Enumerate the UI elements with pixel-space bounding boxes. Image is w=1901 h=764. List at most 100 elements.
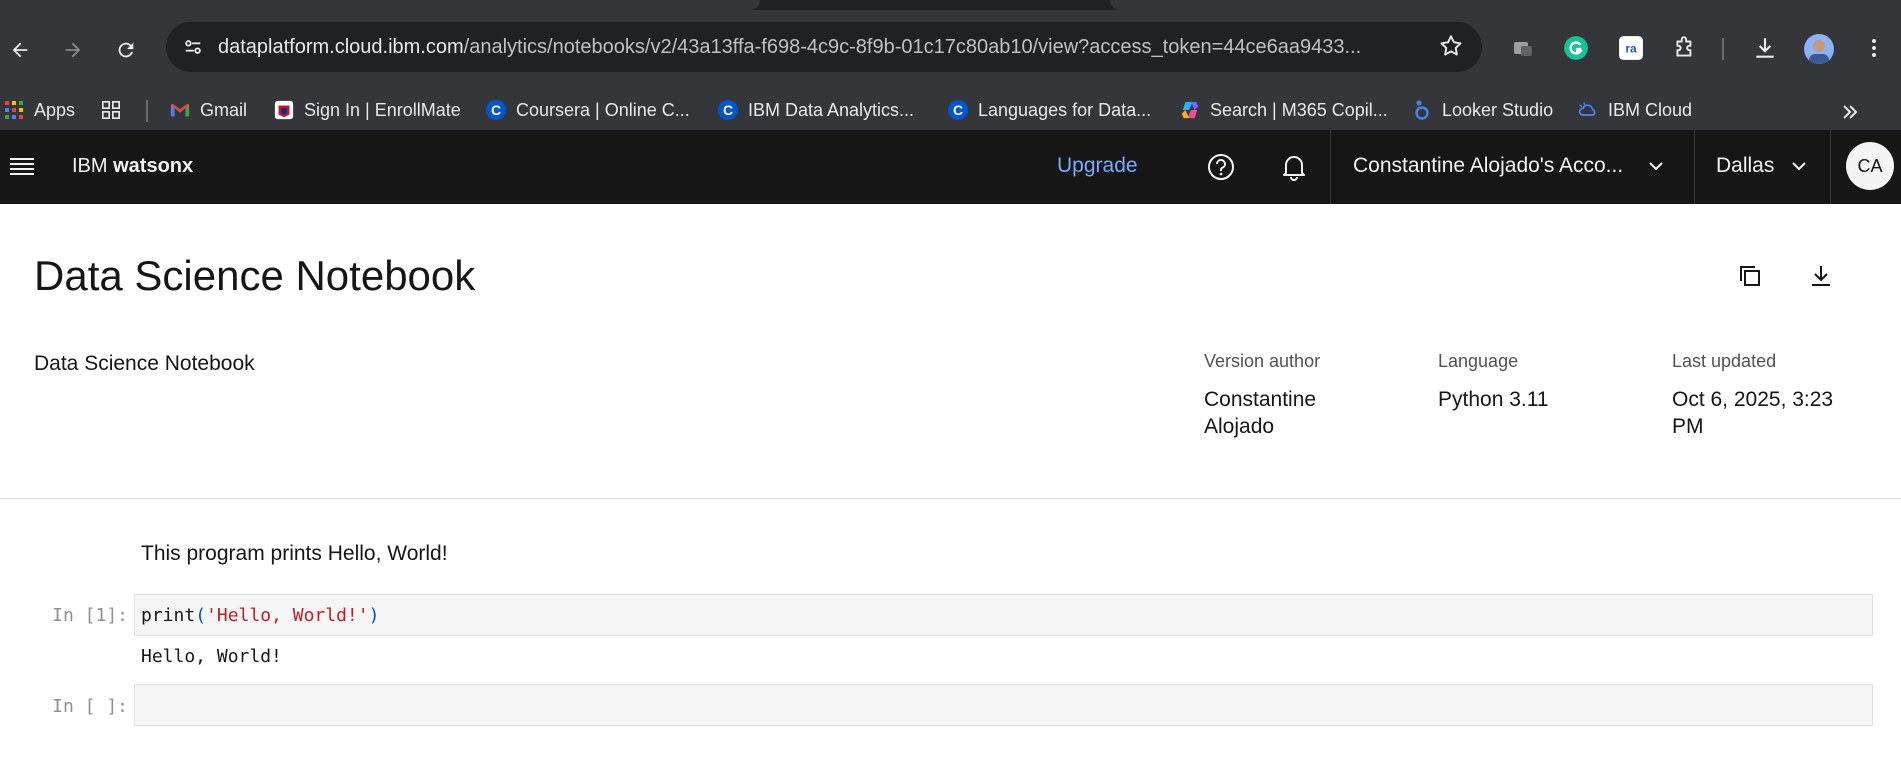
code-string: 'Hello, World!' [206,605,369,626]
ibm-cloud-icon [1578,100,1598,120]
bookmark-m365-copilot[interactable]: Search | M365 Copil... [1180,96,1388,124]
version-author-line: Alojado [1204,415,1275,438]
bookmark-label: Sign In | EnrollMate [304,99,461,120]
code-paren: ) [368,605,380,626]
notifications-bell-icon[interactable] [1280,152,1308,187]
code-paren: ( [195,605,207,626]
reload-icon [118,42,134,58]
app-header: IBM watsonx Upgrade Constantine Alojado'… [0,130,1901,204]
arrow-right-icon [65,42,81,58]
gmail-icon [170,100,190,120]
url-host: dataplatform.cloud.ibm.com [218,35,464,58]
svg-text:ra: ra [1625,41,1637,55]
bookmark-coursera[interactable]: C Coursera | Online C... [486,96,690,124]
bookmark-apps[interactable]: Apps [4,96,75,124]
tab-groups-button[interactable] [101,96,131,124]
profile-avatar-icon[interactable] [1804,34,1834,64]
cell-output: Hello, World! [141,646,282,667]
toolbar-divider [1722,38,1724,60]
account-switcher[interactable]: Constantine Alojado's Acco... [1353,154,1623,178]
enrollmate-icon [274,100,294,120]
bookmark-ibm-cloud[interactable]: IBM Cloud [1578,96,1692,124]
section-divider [0,498,1901,499]
region-selector[interactable]: Dallas [1716,154,1774,178]
product-name[interactable]: IBM watsonx [72,155,193,178]
bookmark-looker-studio[interactable]: Looker Studio [1412,96,1553,124]
browser-tab[interactable] [0,0,760,10]
notebook-description: Data Science Notebook [34,352,255,375]
url-text[interactable]: dataplatform.cloud.ibm.com/analytics/not… [218,36,1418,59]
header-divider [1694,130,1695,204]
coursera-icon: C [718,100,738,120]
notebook-title: Data Science Notebook [34,252,476,299]
tab-groups-icon [101,100,121,120]
language-value: Python 3.11 [1438,388,1549,411]
bookmark-label: Apps [34,99,76,120]
grammarly-icon[interactable] [1562,34,1590,62]
download-notebook-icon[interactable] [1807,262,1835,290]
bookmark-label: Coursera | Online C... [516,99,690,120]
reload-button[interactable] [106,30,146,70]
arrow-left-icon [12,42,28,58]
language-label: Language [1438,351,1519,371]
upgrade-link[interactable]: Upgrade [1057,154,1138,178]
markdown-cell[interactable]: This program prints Hello, World! [141,542,448,566]
bookmark-enrollmate[interactable]: Sign In | EnrollMate [274,96,461,124]
user-avatar[interactable]: CA [1846,142,1894,190]
download-icon[interactable] [1751,34,1779,62]
bookmark-label: Gmail [200,99,248,120]
ra-extension-icon[interactable]: ra [1617,34,1645,62]
copilot-icon [1180,100,1200,120]
extensions-puzzle-icon[interactable] [1671,34,1699,62]
bookmark-label: Search | M365 Copil... [1210,99,1388,120]
copy-icon[interactable] [1736,262,1764,290]
bookmark-ibm-data-analytics[interactable]: C IBM Data Analytics... [718,96,914,124]
header-divider [1830,130,1831,204]
coursera-icon: C [948,100,968,120]
browser-toolbar: dataplatform.cloud.ibm.com/analytics/not… [0,10,1901,90]
hamburger-menu-icon[interactable] [10,156,34,176]
code-cell-content: print('Hello, World!') [141,605,379,626]
code-function: print [141,605,196,626]
address-bar[interactable]: dataplatform.cloud.ibm.com/analytics/not… [166,22,1482,72]
looker-icon [1412,100,1432,120]
apps-grid-icon [4,100,24,120]
version-author-value: Constantine Alojado [1204,386,1316,440]
bookmark-divider [146,100,148,122]
chevron-down-icon[interactable] [1791,160,1807,172]
last-updated-line: Oct 6, 2025, 3:23 [1672,388,1834,411]
bookmark-label: IBM Data Analytics... [748,99,915,120]
last-updated-line: PM [1672,415,1704,438]
more-bookmarks-button[interactable] [1840,98,1860,126]
brand-prefix: IBM [72,155,114,177]
cell-prompt: In [1]: [52,605,128,626]
version-author-label: Version author [1204,351,1321,371]
bookmark-star-icon[interactable] [1438,33,1464,64]
last-updated-label: Last updated [1672,351,1777,371]
bookmark-label: Looker Studio [1442,99,1554,120]
help-icon[interactable] [1206,152,1236,187]
double-chevron-right-icon [1843,105,1858,119]
empty-code-cell[interactable] [134,684,1873,726]
coursera-icon: C [486,100,506,120]
site-info-icon[interactable] [174,28,212,66]
forward-button[interactable] [53,30,93,70]
brand-name: watsonx [113,155,194,177]
header-divider [1330,130,1331,204]
bookmark-label: Languages for Data... [978,99,1152,120]
code-cell[interactable] [134,594,1873,636]
browser-tabstrip [0,0,1901,10]
browser-menu-icon[interactable] [1860,34,1888,62]
url-path: /analytics/notebooks/v2/43a13ffa-f698-4c… [463,35,1362,58]
bookmark-label: IBM Cloud [1608,99,1693,120]
bookmarks-bar: Apps Gmail Sign In | EnrollMate C Course… [0,90,1901,130]
bookmark-languages-for-data[interactable]: C Languages for Data... [948,96,1151,124]
last-updated-value: Oct 6, 2025, 3:23 PM [1672,386,1833,440]
cell-prompt: In [ ]: [52,696,128,717]
back-button[interactable] [0,30,40,70]
extension-icon[interactable] [1509,34,1537,62]
browser-tab[interactable] [1110,0,1901,10]
version-author-line: Constantine [1204,388,1317,411]
bookmark-gmail[interactable]: Gmail [170,96,247,124]
chevron-down-icon[interactable] [1648,160,1664,172]
